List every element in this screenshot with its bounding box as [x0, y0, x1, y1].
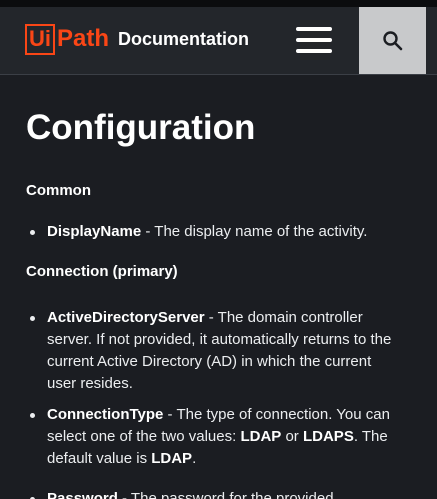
section-heading-common: Common	[26, 182, 91, 199]
search-button[interactable]	[359, 7, 426, 74]
logo-documentation-text: Documentation	[118, 28, 250, 49]
list-item-password: Password - The password for the provided	[26, 488, 396, 499]
bullet-icon	[30, 316, 35, 321]
logo-ui-mark: Ui	[25, 23, 55, 55]
uipath-logo[interactable]: Ui Path Documentation	[25, 22, 249, 56]
site-header: Ui Path Documentation	[0, 7, 437, 75]
list-item-activedirectoryserver: ActiveDirectoryServer - The domain contr…	[26, 307, 396, 395]
property-name: DisplayName	[47, 223, 142, 240]
sentence-end: .	[192, 450, 197, 467]
list-item-displayname: DisplayName - The display name of the ac…	[26, 221, 396, 243]
value-ldaps: LDAPS	[302, 428, 354, 445]
property-description: - The display name of the activity.	[141, 223, 368, 240]
value-ldap: LDAP	[240, 428, 282, 445]
page-title: Configuration	[26, 108, 256, 147]
list-item-connectiontype: ConnectionType - The type of connection.…	[26, 404, 396, 470]
hamburger-menu-icon[interactable]	[296, 27, 332, 53]
property-description: - The password for the provided	[117, 490, 334, 499]
bullet-icon	[30, 413, 35, 418]
search-icon	[383, 31, 403, 51]
property-name: ConnectionType	[47, 406, 164, 423]
conjunction-text: or	[281, 428, 303, 445]
property-name: ActiveDirectoryServer	[47, 309, 205, 326]
logo-path-text: Path	[57, 25, 110, 52]
bullet-icon	[30, 230, 35, 235]
default-value-ldap: LDAP	[151, 450, 193, 467]
property-name: Password	[47, 490, 118, 499]
status-bar	[0, 0, 437, 7]
section-heading-connection: Connection (primary)	[26, 263, 178, 280]
